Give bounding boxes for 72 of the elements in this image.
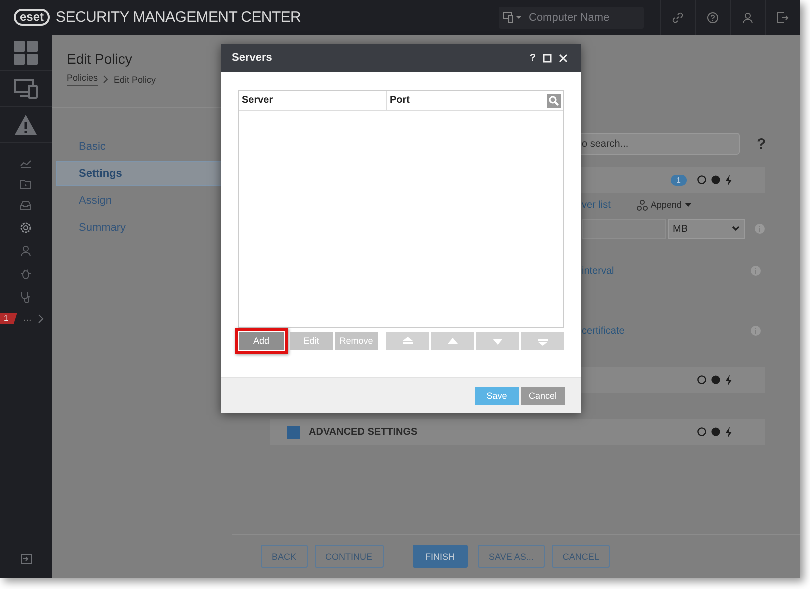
devices-icon bbox=[503, 12, 523, 24]
chevron-right-icon[interactable] bbox=[38, 314, 44, 324]
table-action-button[interactable]: Add bbox=[239, 332, 284, 350]
user-icon[interactable] bbox=[20, 245, 32, 257]
dot-icon[interactable] bbox=[711, 175, 721, 185]
section-checkbox[interactable] bbox=[287, 426, 300, 438]
link-icon[interactable] bbox=[672, 12, 684, 24]
more-menu[interactable]: ... bbox=[23, 313, 32, 324]
wizard-button[interactable]: CONTINUE bbox=[314, 545, 384, 568]
section-title: ADVANCED SETTINGS bbox=[309, 426, 418, 438]
wizard-button[interactable]: SAVE AS... bbox=[478, 545, 545, 568]
wizard-step[interactable]: Summary bbox=[56, 215, 220, 240]
circle-icon[interactable] bbox=[697, 427, 707, 437]
breadcrumb-current: Edit Policy bbox=[114, 74, 156, 84]
double-arrow-icon bbox=[538, 336, 548, 346]
column-header[interactable]: Port bbox=[387, 91, 534, 110]
setting-link[interactable]: interval bbox=[582, 266, 614, 276]
chart-icon[interactable] bbox=[20, 159, 32, 169]
circle-icon[interactable] bbox=[697, 375, 707, 385]
wizard-button[interactable]: FINISH bbox=[412, 545, 468, 568]
computers-icon[interactable] bbox=[14, 78, 38, 98]
help-icon[interactable] bbox=[707, 12, 719, 24]
dot-icon[interactable] bbox=[711, 427, 721, 437]
circle-icon[interactable] bbox=[697, 175, 707, 185]
lightning-icon[interactable] bbox=[725, 374, 733, 386]
user-icon[interactable] bbox=[742, 12, 754, 24]
unit-select[interactable]: MB bbox=[668, 219, 745, 239]
logout-icon[interactable] bbox=[777, 12, 789, 24]
maximize-icon[interactable] bbox=[543, 54, 552, 62]
triangle-icon bbox=[448, 336, 458, 346]
wizard-button[interactable]: BACK bbox=[261, 545, 308, 568]
triangle-icon bbox=[492, 336, 502, 346]
double-arrow-icon bbox=[402, 336, 412, 346]
dialog-title: Servers bbox=[232, 52, 274, 64]
wizard-button[interactable]: CANCEL bbox=[552, 545, 610, 568]
chevron-right-icon bbox=[103, 75, 110, 84]
eset-logo: eset bbox=[14, 9, 50, 26]
dashboard-icon[interactable] bbox=[14, 40, 38, 64]
alert-badge[interactable]: 1 bbox=[0, 313, 18, 324]
search-icon[interactable] bbox=[547, 94, 561, 108]
close-icon[interactable] bbox=[559, 54, 568, 62]
help-button[interactable]: ? bbox=[530, 52, 536, 64]
size-input-field[interactable] bbox=[582, 219, 666, 239]
nodes-icon bbox=[636, 200, 648, 210]
cancel-button[interactable]: Cancel bbox=[521, 386, 565, 404]
stethoscope-icon[interactable] bbox=[20, 291, 32, 303]
wizard-step[interactable]: Assign bbox=[56, 188, 220, 213]
count-badge: 1 bbox=[670, 174, 687, 186]
settings-icon[interactable] bbox=[20, 222, 32, 234]
search-input[interactable]: Computer Name bbox=[527, 10, 641, 24]
breadcrumb-link[interactable]: Policies bbox=[67, 73, 98, 86]
folder-icon[interactable] bbox=[20, 180, 32, 190]
warning-icon[interactable] bbox=[14, 114, 38, 136]
save-button[interactable]: Save bbox=[475, 386, 519, 404]
lightning-icon[interactable] bbox=[725, 426, 733, 438]
wizard-step[interactable]: Basic bbox=[56, 134, 220, 159]
page-title: Edit Policy bbox=[67, 51, 134, 67]
chevron-down-icon bbox=[732, 226, 740, 232]
collapse-icon[interactable] bbox=[20, 554, 32, 564]
append-dropdown[interactable]: Append bbox=[636, 200, 692, 210]
column-header[interactable]: Server bbox=[239, 91, 387, 110]
caret-icon bbox=[684, 203, 692, 207]
product-title: SECURITY MANAGEMENT CENTER bbox=[56, 9, 302, 26]
lightning-icon[interactable] bbox=[725, 174, 733, 186]
setting-link[interactable]: certificate bbox=[582, 326, 625, 336]
inbox-icon[interactable] bbox=[20, 201, 32, 211]
edit-server-list-link[interactable]: ver list bbox=[582, 200, 611, 210]
dot-icon[interactable] bbox=[711, 375, 721, 385]
bug-icon[interactable] bbox=[20, 268, 32, 280]
computer-search-field[interactable]: Computer Name bbox=[499, 6, 644, 28]
help-link[interactable]: ? bbox=[757, 136, 766, 152]
settings-section-header[interactable]: ADVANCED SETTINGS bbox=[270, 419, 765, 445]
